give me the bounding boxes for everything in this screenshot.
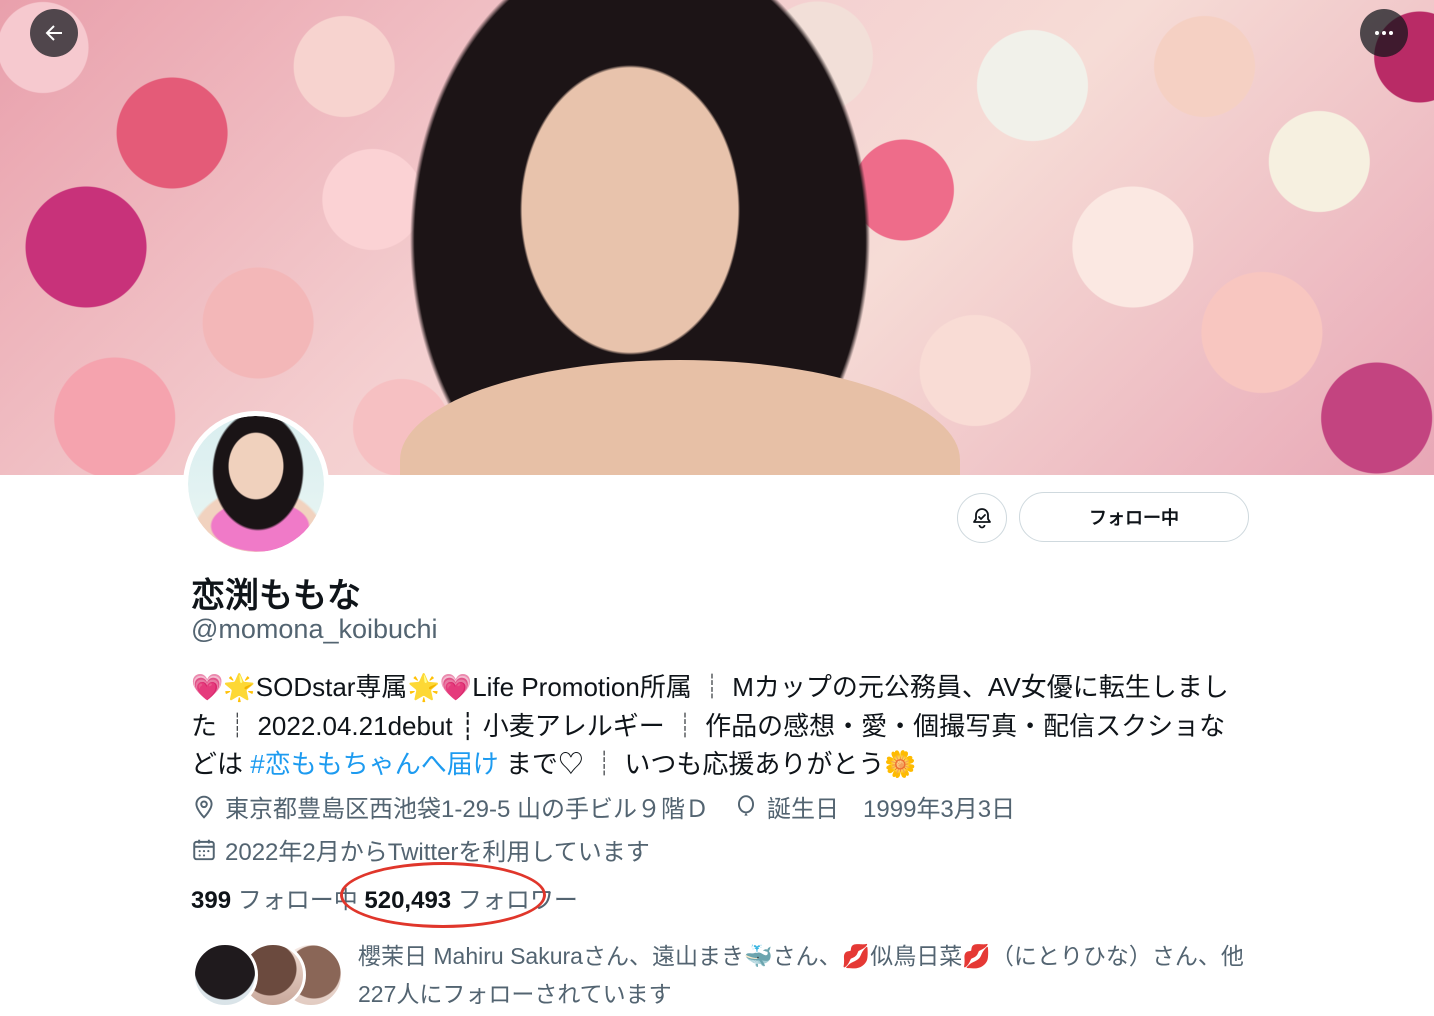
birthday-date: 1999年3月3日 bbox=[863, 796, 1016, 823]
bio-text: SODstar専属 bbox=[255, 672, 408, 702]
following-button[interactable]: フォロー中 bbox=[1019, 492, 1249, 542]
back-button[interactable] bbox=[30, 9, 78, 57]
more-button[interactable] bbox=[1360, 9, 1408, 57]
heart-emoji: 💗 bbox=[191, 673, 224, 703]
notification-button[interactable] bbox=[957, 493, 1007, 543]
following-count: 399 bbox=[191, 887, 232, 914]
display-name: 恋渕ももな bbox=[191, 576, 361, 616]
bio-text: まで♡ ┊ いつも応援ありがとう bbox=[498, 749, 885, 779]
more-dots-icon bbox=[1375, 31, 1393, 35]
star-emoji: 🌟 bbox=[223, 673, 256, 703]
annotation-circle bbox=[340, 862, 546, 928]
balloon-icon bbox=[738, 794, 755, 816]
profile-bio: 💗🌟SODstar専属🌟💗Life Promotion所属 ┊ Mカップの元公務… bbox=[191, 668, 1251, 784]
profile-meta-row: 東京都豊島区西池袋1-29-5 山の手ビル９階Ｄ 誕生日 1999年3月3日 bbox=[191, 789, 1015, 824]
birthday-label: 誕生日 bbox=[767, 796, 840, 823]
user-handle: @momona_koibuchi bbox=[191, 614, 438, 644]
flower-emoji: 🌼 bbox=[884, 750, 917, 780]
avatar bbox=[192, 942, 258, 1008]
notification-bell-icon bbox=[973, 508, 991, 529]
profile-banner[interactable] bbox=[0, 0, 1434, 475]
avatar-image bbox=[188, 416, 324, 552]
bio-hashtag-link[interactable]: #恋ももちゃんへ届け bbox=[250, 749, 498, 779]
location-pin-icon bbox=[195, 795, 213, 819]
followed-by-text[interactable]: 櫻茉日 Mahiru Sakuraさん、遠山まき🐳さん、💋似鳥日菜💋（にとりひな… bbox=[358, 937, 1258, 1013]
location-text: 東京都豊島区西池袋1-29-5 山の手ビル９階Ｄ bbox=[225, 796, 710, 823]
calendar-icon bbox=[193, 839, 215, 860]
following-link[interactable]: 399 フォロー中 bbox=[191, 887, 358, 914]
mutual-follower-avatars[interactable] bbox=[192, 942, 344, 1008]
profile-avatar[interactable] bbox=[183, 411, 329, 557]
back-arrow-icon bbox=[45, 25, 62, 41]
heart-emoji: 💗 bbox=[439, 673, 473, 703]
star-emoji: 🌟 bbox=[407, 673, 440, 703]
